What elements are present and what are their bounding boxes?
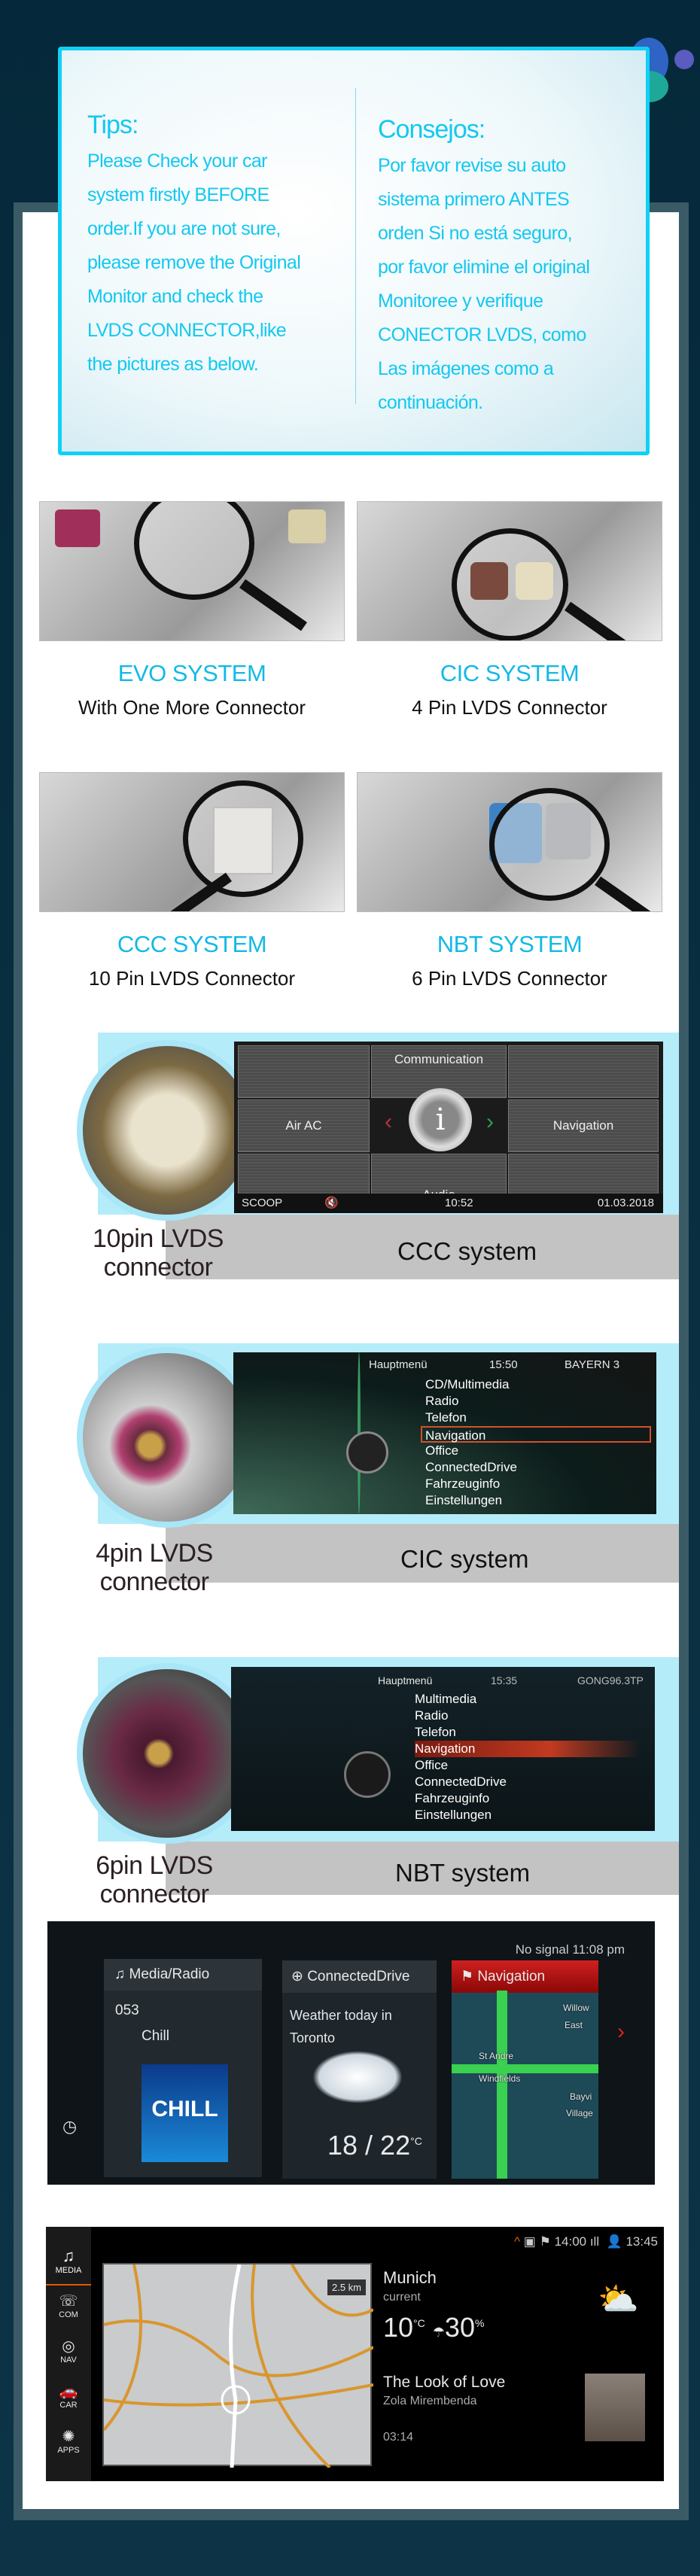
tile-navigation[interactable]: ⚑ Navigation Willow East St Andre Windfi…: [452, 1960, 598, 2179]
ccc-connector-photo: [39, 772, 345, 912]
sidebar-item-com[interactable]: ☏ COM: [46, 2286, 91, 2331]
evo-caption: EVO SYSTEM With One More Connector: [78, 660, 306, 719]
menu-item[interactable]: Radio: [415, 1708, 641, 1724]
nbt-caption: NBT SYSTEM 6 Pin LVDS Connector: [412, 931, 607, 990]
play-icon[interactable]: ◷: [62, 2117, 77, 2137]
map-place-label: Village: [566, 2108, 593, 2118]
ccc-status-bar: SCOOP 🔇 10:52 01.03.2018: [234, 1194, 663, 1213]
info-icon[interactable]: i: [409, 1088, 472, 1151]
sidebar-item-media[interactable]: ♫ MEDIA: [46, 2240, 91, 2286]
ccc-menu-navigation[interactable]: Navigation: [508, 1099, 659, 1152]
menu-item[interactable]: ConnectedDrive: [415, 1774, 641, 1790]
ccc-connector-closeup: [77, 1040, 257, 1221]
tile-connecteddrive[interactable]: ⊕ ConnectedDrive Weather today in Toront…: [282, 1960, 437, 2179]
map-place-label: Bayvi: [570, 2091, 592, 2102]
menu-item[interactable]: Telefon: [415, 1724, 641, 1741]
menu-item[interactable]: Fahrzeuginfo: [415, 1790, 641, 1807]
turn-distance: 2.5 km: [327, 2279, 366, 2295]
ccc-screen: Communication Air AC Navigation Audio i …: [234, 1042, 663, 1213]
navigation-controller-icon: [346, 1431, 388, 1474]
nbt-connector-label: 6pin LVDS connector: [96, 1851, 213, 1908]
map-place-label: St Andre: [479, 2051, 514, 2061]
chevron-left-icon: ‹: [385, 1109, 392, 1134]
cic-connector-closeup: [77, 1347, 257, 1528]
cic-connector-photo: [357, 501, 662, 641]
menu-item[interactable]: Multimedia: [415, 1691, 641, 1708]
cloud-icon: [312, 2051, 403, 2103]
nbt-menu: Multimedia Radio Telefon Navigation Offi…: [415, 1691, 641, 1823]
sidebar: ♫ MEDIA ☏ COM ◎ NAV 🚗 CAR ✺ APPS: [46, 2227, 91, 2481]
menu-item[interactable]: Einstellungen: [415, 1807, 641, 1823]
nbt-panel: Hauptmenü 15:35 GONG96.3 TP Multimedia R…: [53, 1657, 679, 1908]
ccc-system-label: CCC system: [397, 1237, 537, 1265]
nbt-system-label: NBT system: [395, 1859, 531, 1887]
chevron-right-icon[interactable]: ›: [617, 2019, 625, 2045]
cic-menu: CD/Multimedia Radio Telefon Navigation O…: [421, 1376, 651, 1509]
nav-map[interactable]: 2.5 km: [102, 2263, 374, 2469]
cic-panel: Hauptmenü 15:50 BAYERN 3 CD/Multimedia R…: [53, 1343, 679, 1596]
music-widget[interactable]: The Look of Love Zola Mirembenda 03:14: [383, 2374, 654, 2444]
ccc-connector-label: 10pin LVDS connector: [93, 1224, 224, 1282]
cic-screen: Hauptmenü 15:50 BAYERN 3 CD/Multimedia R…: [233, 1352, 656, 1514]
nbt-screen: Hauptmenü 15:35 GONG96.3 TP Multimedia R…: [231, 1667, 655, 1831]
evo-connector-photo: [39, 501, 345, 641]
partly-cloudy-icon: ⛅: [598, 2281, 639, 2318]
status-text: No signal 11:08 pm: [515, 1942, 625, 1957]
tips-spanish: Consejos: Por favor revise su auto sistem…: [378, 115, 641, 420]
map-place-label: East: [565, 2020, 583, 2030]
idrive-screen: ♫ MEDIA ☏ COM ◎ NAV 🚗 CAR ✺ APPS ^ ▣ ⚑ 14:00 …: [46, 2227, 664, 2481]
cic-connector-label: 4pin LVDS connector: [96, 1539, 213, 1596]
menu-item[interactable]: Einstellungen: [425, 1492, 651, 1509]
mute-icon: 🔇: [324, 1197, 339, 1209]
menu-item[interactable]: Fahrzeuginfo: [425, 1476, 651, 1492]
album-art: [585, 2374, 645, 2441]
sidebar-item-nav[interactable]: ◎ NAV: [46, 2331, 91, 2376]
menu-item[interactable]: Telefon: [425, 1410, 651, 1426]
cic-system-label: CIC system: [400, 1545, 529, 1573]
sidebar-item-apps[interactable]: ✺ APPS: [46, 2421, 91, 2466]
menu-item[interactable]: Office: [425, 1443, 651, 1459]
sidebar-item-car[interactable]: 🚗 CAR: [46, 2376, 91, 2421]
consejos-title: Consejos:: [378, 115, 485, 144]
tile-media-radio[interactable]: ♫ Media/Radio 053 Chill CHILL: [104, 1959, 262, 2177]
tips-box: Tips: Please Check your car system firstl…: [58, 47, 650, 455]
tips-title: Tips:: [87, 111, 138, 139]
menu-item[interactable]: Radio: [425, 1393, 651, 1410]
tips-english: Tips: Please Check your car system firstl…: [87, 111, 351, 382]
menu-item-selected[interactable]: Navigation: [421, 1426, 651, 1443]
tips-text: Please Check your car system firstly BEFO…: [87, 151, 301, 375]
menu-item[interactable]: Office: [415, 1757, 641, 1774]
decor-dot: [674, 50, 694, 69]
ccc-caption: CCC SYSTEM 10 Pin LVDS Connector: [88, 931, 296, 990]
chevron-right-icon: ›: [486, 1109, 494, 1134]
weather-widget[interactable]: Munich current 10°C ☂30% ⛅: [383, 2268, 654, 2343]
content-area: EVO SYSTEM With One More Connector CIC SY…: [23, 212, 679, 2509]
menu-item[interactable]: CD/Multimedia: [425, 1376, 651, 1393]
evo-screen: No signal 11:08 pm ♫ Media/Radio 053 Chi…: [47, 1921, 655, 2185]
ccc-menu-air-ac[interactable]: Air AC: [238, 1099, 370, 1152]
ccc-panel: Communication Air AC Navigation Audio i …: [53, 1033, 679, 1282]
nbt-connector-closeup: [77, 1663, 257, 1844]
divider: [355, 88, 356, 404]
nbt-connector-photo: [357, 772, 662, 912]
cic-caption: CIC SYSTEM 4 Pin LVDS Connector: [412, 660, 607, 719]
navigation-controller-icon: [344, 1751, 391, 1798]
map-place-label: Windfields: [479, 2073, 521, 2084]
consejos-text: Por favor revise su auto sistema primero …: [378, 155, 590, 413]
map-place-label: Willow: [563, 2003, 589, 2013]
menu-item[interactable]: ConnectedDrive: [425, 1459, 651, 1476]
album-art: CHILL: [142, 2064, 228, 2162]
status-bar: ^ ▣ ⚑ 14:00 ıll 👤 13:45: [514, 2234, 658, 2249]
menu-item-selected[interactable]: Navigation: [415, 1741, 641, 1757]
